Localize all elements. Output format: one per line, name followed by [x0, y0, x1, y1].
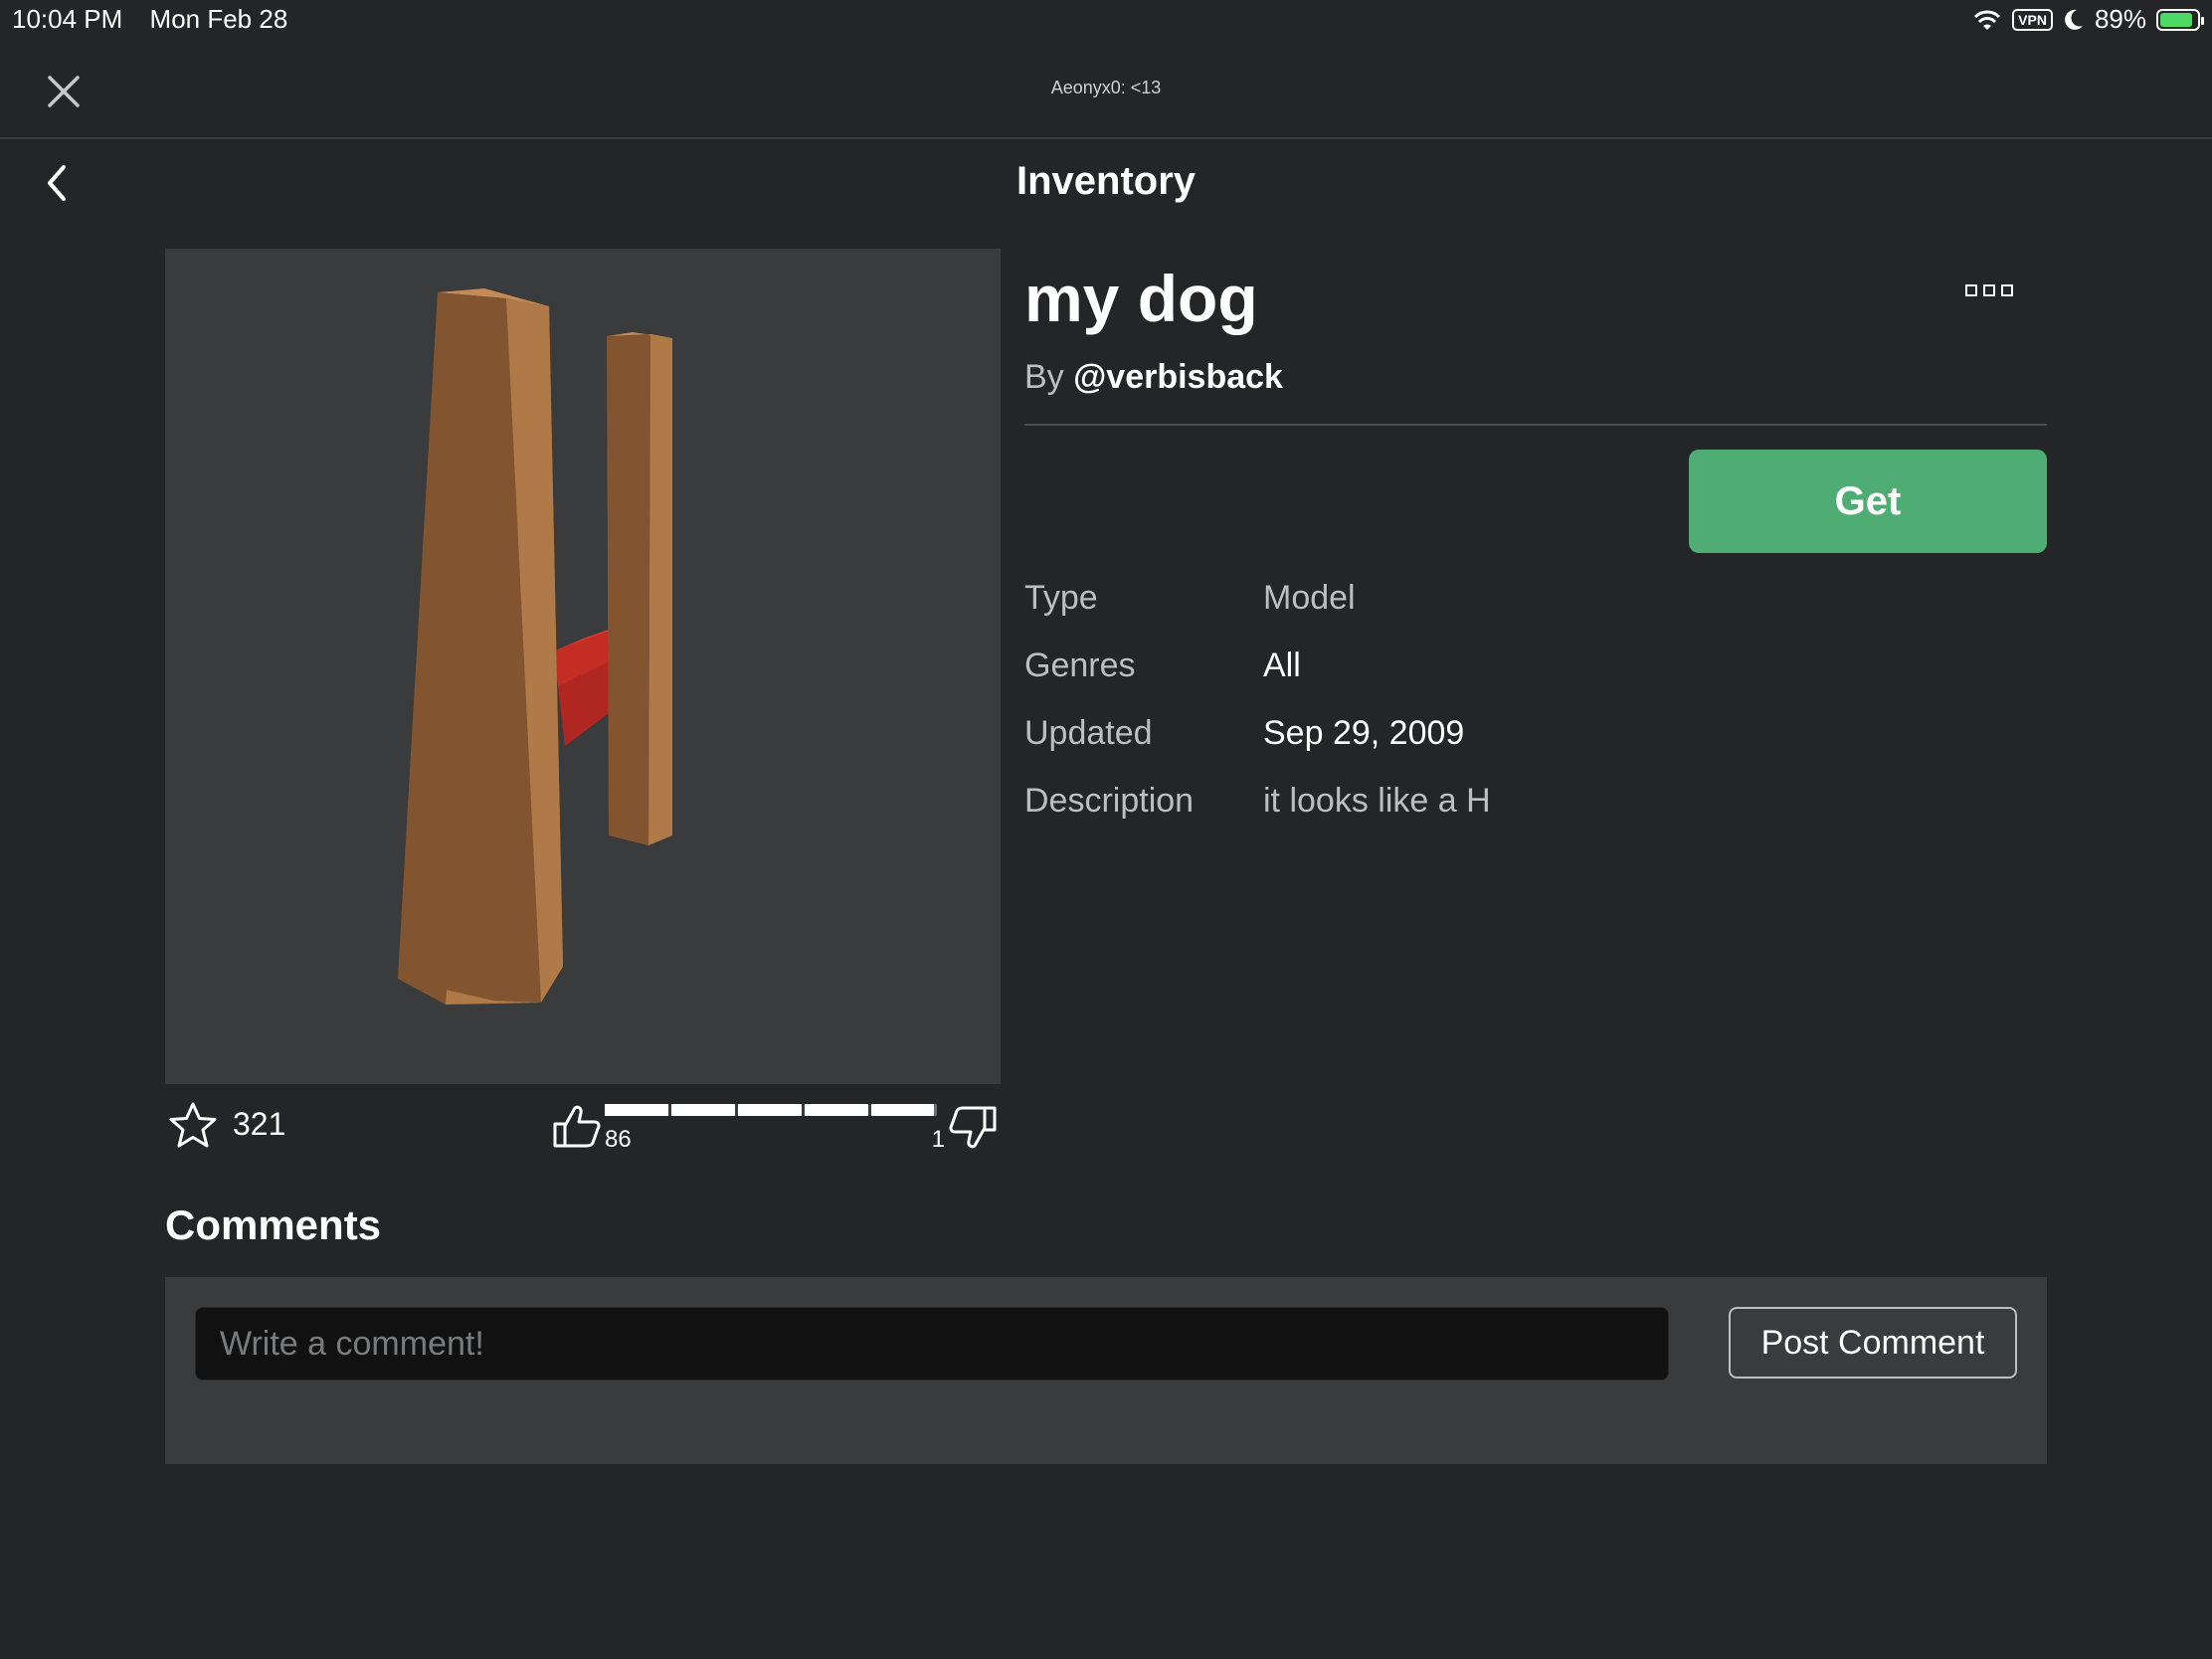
vote-tick — [868, 1104, 871, 1116]
downvote-count: 1 — [931, 1126, 945, 1153]
wifi-icon — [1974, 10, 2001, 30]
type-value: Model — [1263, 579, 1356, 617]
item-name: my dog — [1024, 262, 1258, 335]
more-dot — [1983, 284, 1995, 296]
more-dot — [2001, 284, 2013, 296]
type-label: Type — [1024, 579, 1098, 617]
status-left: 10:04 PM Mon Feb 28 — [12, 4, 307, 35]
nav-row: Inventory — [0, 141, 2212, 223]
updated-value: Sep 29, 2009 — [1263, 714, 1465, 752]
updated-label: Updated — [1024, 714, 1153, 752]
session-title: Aeonyx0: <13 — [1050, 78, 1162, 97]
vote-ratio-bar — [605, 1104, 937, 1116]
status-time: 10:04 PM — [12, 4, 123, 34]
battery-icon — [2156, 8, 2204, 31]
battery-percent: 89% — [2094, 4, 2146, 34]
post-comment-button[interactable]: Post Comment — [1729, 1307, 2017, 1379]
comments-panel: Post Comment — [165, 1277, 2047, 1464]
vote-tick — [735, 1104, 738, 1116]
creator-line: By @verbisback — [1024, 358, 1283, 397]
page-title: Inventory — [1015, 159, 1197, 203]
comments-title: Comments — [165, 1201, 382, 1248]
star-icon[interactable] — [167, 1100, 219, 1152]
divider — [1024, 424, 2047, 426]
thumbs-up-icon[interactable] — [551, 1100, 603, 1152]
item-thumbnail — [165, 249, 1001, 1084]
description-value: it looks like a H — [1263, 782, 1491, 820]
battery-level — [2160, 12, 2193, 27]
moon-icon — [2065, 9, 2083, 30]
favorites-count: 321 — [233, 1106, 286, 1142]
top-header: Aeonyx0: <13 — [0, 40, 2212, 139]
creator-link[interactable]: @verbisback — [1073, 358, 1283, 396]
creator-by-label: By — [1024, 358, 1064, 396]
vpn-badge: VPN — [2012, 8, 2053, 31]
status-date: Mon Feb 28 — [149, 4, 288, 34]
genres-label: Genres — [1024, 646, 1136, 684]
description-label: Description — [1024, 782, 1195, 820]
thumbs-down-icon[interactable] — [947, 1102, 999, 1154]
get-button[interactable]: Get — [1689, 450, 2047, 553]
vote-tick — [802, 1104, 805, 1116]
comment-input[interactable] — [195, 1307, 1669, 1381]
more-dot — [1965, 284, 1977, 296]
vote-tick — [668, 1104, 671, 1116]
genres-value[interactable]: All — [1263, 646, 1301, 685]
status-bar: 10:04 PM Mon Feb 28 VPN 89% — [0, 0, 2212, 40]
upvote-count: 86 — [605, 1126, 632, 1153]
more-icon[interactable] — [1965, 284, 2013, 296]
item-model-image — [398, 288, 672, 1005]
vote-ratio-fill — [605, 1104, 934, 1116]
status-right: VPN 89% — [1972, 4, 2204, 35]
